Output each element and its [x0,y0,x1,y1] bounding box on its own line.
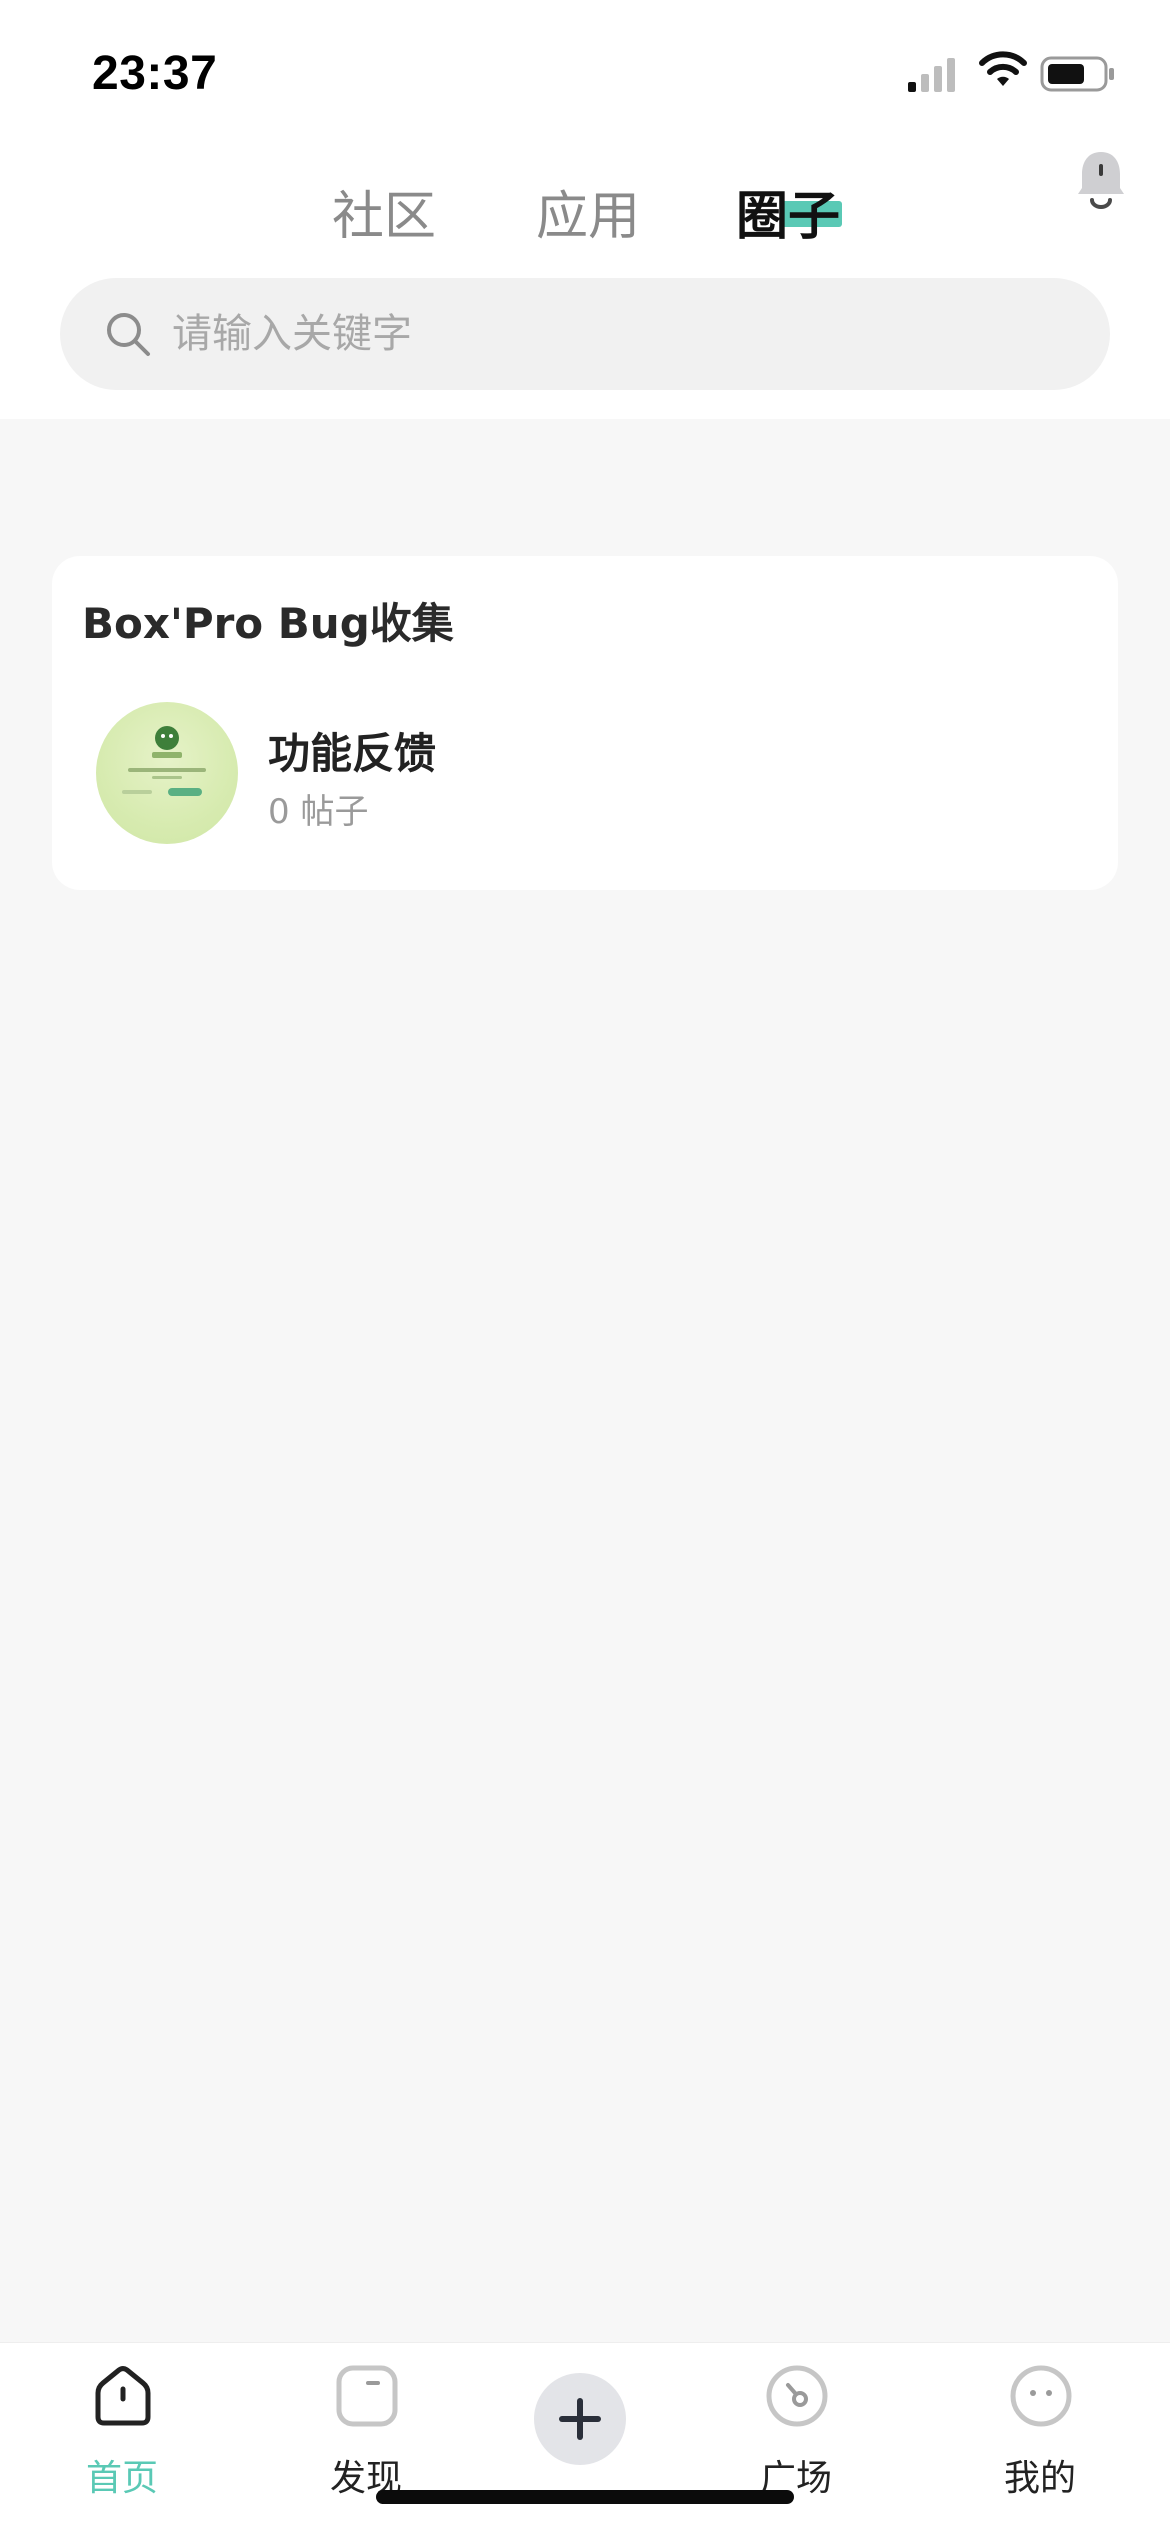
add-button[interactable] [534,2373,626,2465]
status-bar: 23:37 [0,0,1170,140]
tab-community[interactable]: 社区 [332,174,436,249]
profile-face-icon [1010,2365,1072,2427]
search-icon [107,313,150,356]
top-header: 23:37 社区 应用 圈子 [0,0,1170,419]
boxpro-app-thumbnail-icon [122,726,206,796]
wifi-icon [979,51,1027,86]
top-tabs: 社区 应用 圈子 [0,160,1170,250]
tab-circles[interactable]: 圈子 [736,174,840,249]
section-title: Box'Pro Bug收集 [82,599,454,648]
plus-icon [559,2398,601,2440]
circle-item[interactable]: 功能反馈 0 帖子 [96,702,996,852]
tab-apps[interactable]: 应用 [536,174,640,249]
search-bar [60,278,1110,390]
discover-icon [336,2365,398,2427]
cellular-signal-icon [908,58,955,92]
search-input[interactable] [172,278,1072,390]
home-icon [95,2366,151,2426]
nav-me-label: 我的 [1003,2458,1076,2499]
bell-icon[interactable] [1074,148,1128,212]
nav-home-label: 首页 [85,2458,158,2499]
circle-name: 功能反馈 [268,729,437,778]
battery-icon [1040,56,1114,92]
nav-home[interactable]: 首页 [52,2363,192,2503]
nav-me[interactable]: 我的 [970,2363,1110,2503]
circle-section-card: Box'Pro Bug收集 功能反馈 0 帖子 [52,556,1118,890]
compass-icon [766,2365,828,2427]
home-indicator [376,2490,794,2504]
status-time: 23:37 [92,47,218,100]
nav-discover[interactable]: 发现 [296,2363,436,2503]
nav-square[interactable]: 广场 [726,2363,866,2503]
circle-avatar [96,702,238,844]
circle-post-count: 0 帖子 [268,792,369,832]
